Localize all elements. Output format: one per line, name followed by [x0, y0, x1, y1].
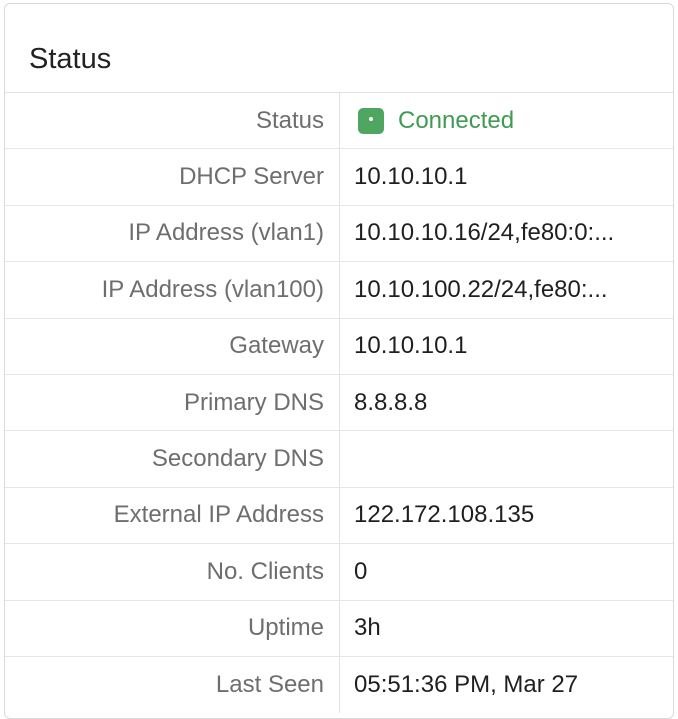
table-row-gateway: Gateway 10.10.10.1: [5, 318, 673, 375]
status-value-connected: Connected: [398, 106, 515, 134]
table-row-last-seen: Last Seen 05:51:36 PM, Mar 27: [5, 656, 673, 714]
status-table: Status Connected DHCP Server 10.10.10.1 …: [5, 93, 673, 714]
row-value: 10.10.100.22/24,fe80:...: [354, 275, 608, 303]
row-value: 05:51:36 PM, Mar 27: [354, 671, 579, 699]
table-row-ip-vlan1: IP Address (vlan1) 10.10.10.16/24,fe80:0…: [5, 205, 673, 263]
row-label: Primary DNS: [5, 374, 340, 431]
row-label: Status: [5, 93, 340, 149]
row-value: 10.10.10.1: [354, 163, 468, 191]
table-row-no-clients: No. Clients 0: [5, 544, 673, 601]
connected-status-icon: [358, 107, 384, 134]
row-label: Last Seen: [5, 656, 340, 714]
row-value: Connected: [340, 93, 673, 148]
row-value: 3h: [354, 614, 381, 642]
table-row-uptime: Uptime 3h: [5, 600, 673, 657]
table-row-secondary-dns: Secondary DNS: [5, 431, 673, 488]
row-value: 122.172.108.135: [354, 501, 535, 529]
row-label: DHCP Server: [5, 149, 340, 205]
row-value: 10.10.10.1: [354, 332, 468, 360]
row-value: 0: [354, 557, 368, 585]
row-label: Secondary DNS: [5, 431, 340, 487]
row-label: External IP Address: [5, 487, 340, 544]
row-label: Uptime: [5, 600, 340, 656]
table-row-dhcp-server: DHCP Server 10.10.10.1: [5, 149, 673, 206]
panel-title: Status: [29, 42, 112, 75]
status-panel: Status Status Connected DHCP Server 10.1…: [4, 3, 674, 719]
row-label: IP Address (vlan100): [5, 262, 340, 318]
row-value: 10.10.10.16/24,fe80:0:...: [354, 219, 615, 247]
table-row-status: Status Connected: [5, 93, 673, 150]
row-label: IP Address (vlan1): [5, 205, 340, 262]
row-value: [340, 431, 673, 486]
table-row-primary-dns: Primary DNS 8.8.8.8: [5, 374, 673, 432]
panel-header: Status: [5, 4, 673, 93]
table-row-ip-vlan100: IP Address (vlan100) 10.10.100.22/24,fe8…: [5, 262, 673, 319]
row-label: No. Clients: [5, 544, 340, 600]
row-label: Gateway: [5, 318, 340, 374]
row-value: 8.8.8.8: [354, 388, 428, 416]
table-row-external-ip: External IP Address 122.172.108.135: [5, 487, 673, 545]
